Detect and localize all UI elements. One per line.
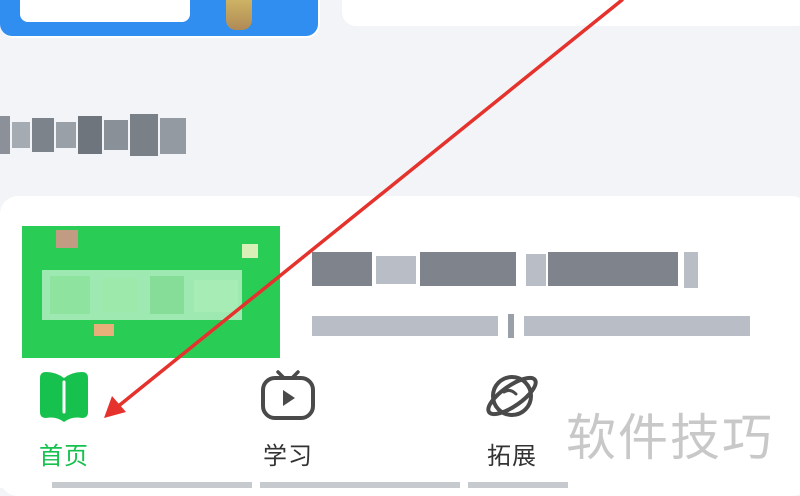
planet-icon xyxy=(482,366,542,426)
study-play-icon xyxy=(258,366,318,426)
thumbnail-decoration xyxy=(94,324,114,336)
top-banner-card[interactable] xyxy=(0,0,320,38)
section-title-pixelated xyxy=(0,108,200,164)
home-book-icon xyxy=(34,366,94,426)
top-right-card[interactable] xyxy=(342,0,800,26)
thumbnail-pixel xyxy=(150,276,184,314)
thumbnail-pixel xyxy=(50,276,90,314)
tab-home[interactable]: 首页 xyxy=(4,362,124,472)
thumbnail-decoration xyxy=(56,230,78,248)
course-subtitle-pixelated xyxy=(312,312,752,338)
tab-home-label: 首页 xyxy=(39,442,89,470)
top-banner-decoration xyxy=(226,0,252,30)
tab-expand[interactable]: 拓展 xyxy=(452,362,572,472)
course-title-pixelated xyxy=(312,244,702,292)
tab-study[interactable]: 学习 xyxy=(228,362,348,472)
thumbnail-pixel xyxy=(194,280,238,312)
thumbnail-pixel xyxy=(102,278,138,312)
top-banner-chip xyxy=(20,0,190,22)
watermark-text: 软件技巧 xyxy=(566,409,774,467)
bottom-strips xyxy=(52,482,572,488)
tab-expand-label: 拓展 xyxy=(487,442,537,470)
thumbnail-decoration xyxy=(242,244,258,258)
course-thumbnail[interactable] xyxy=(22,226,280,374)
tab-study-label: 学习 xyxy=(263,442,313,470)
